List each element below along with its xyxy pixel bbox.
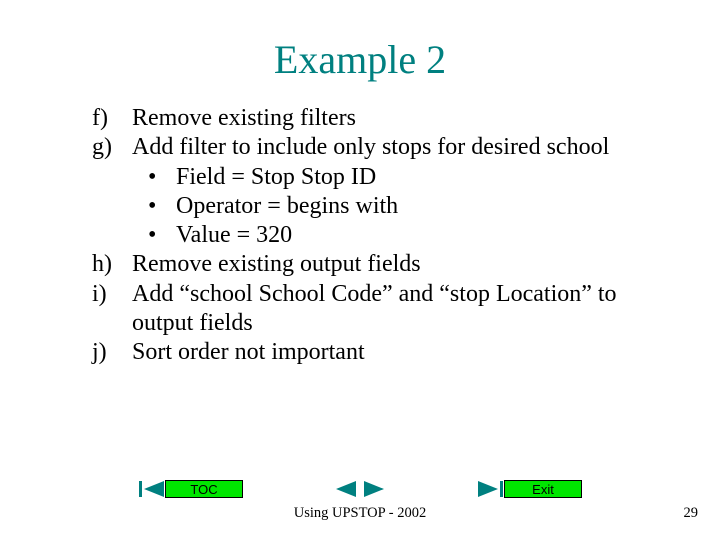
sub-text: Field = Stop Stop ID — [176, 163, 652, 192]
list-item: g) Add filter to include only stops for … — [92, 133, 652, 250]
prev-icon[interactable] — [333, 480, 360, 498]
item-marker: f) — [92, 104, 132, 133]
item-marker: j) — [92, 338, 132, 367]
sub-text: Value = 320 — [176, 221, 652, 250]
item-text: Add “school School Code” and “stop Locat… — [132, 280, 652, 339]
toc-label: TOC — [190, 482, 217, 497]
sub-text: Operator = begins with — [176, 192, 652, 221]
toc-button[interactable]: TOC — [165, 480, 243, 498]
slide-body: f) Remove existing filters g) Add filter… — [92, 104, 652, 367]
exit-label: Exit — [532, 482, 554, 497]
bullet-icon: • — [142, 221, 176, 250]
list-item: j) Sort order not important — [92, 338, 652, 367]
ordered-list: f) Remove existing filters g) Add filter… — [92, 104, 652, 367]
sub-item: • Field = Stop Stop ID — [142, 163, 652, 192]
footer-text: Using UPSTOP - 2002 — [0, 505, 720, 522]
first-icon[interactable] — [138, 480, 165, 498]
page-number: 29 — [684, 505, 699, 522]
next-icon[interactable] — [360, 480, 387, 498]
slide: Example 2 f) Remove existing filters g) … — [0, 0, 720, 540]
nav-cluster-mid — [333, 480, 387, 498]
item-marker: g) — [92, 133, 132, 250]
item-marker: i) — [92, 280, 132, 339]
slide-title: Example 2 — [0, 36, 720, 83]
list-item: h) Remove existing output fields — [92, 250, 652, 279]
item-marker: h) — [92, 250, 132, 279]
list-item: i) Add “school School Code” and “stop Lo… — [92, 280, 652, 339]
item-text: Sort order not important — [132, 338, 652, 367]
exit-button[interactable]: Exit — [504, 480, 582, 498]
item-text-inner: Add filter to include only stops for des… — [132, 134, 609, 160]
bullet-icon: • — [142, 192, 176, 221]
list-item: f) Remove existing filters — [92, 104, 652, 133]
last-icon[interactable] — [477, 480, 504, 498]
nav-bar: TOC Exit — [0, 480, 720, 498]
sub-item: • Value = 320 — [142, 221, 652, 250]
item-text: Remove existing filters — [132, 104, 652, 133]
item-text: Add filter to include only stops for des… — [132, 133, 652, 250]
sub-list: • Field = Stop Stop ID • Operator = begi… — [142, 163, 652, 251]
nav-cluster-left: TOC — [138, 480, 243, 498]
bullet-icon: • — [142, 163, 176, 192]
nav-cluster-right: Exit — [477, 480, 582, 498]
item-text: Remove existing output fields — [132, 250, 652, 279]
sub-item: • Operator = begins with — [142, 192, 652, 221]
